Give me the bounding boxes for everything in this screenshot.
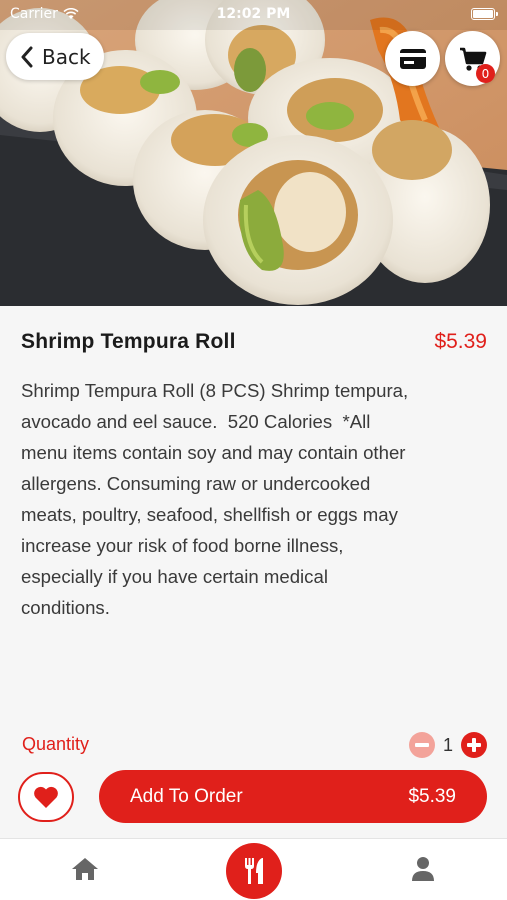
add-to-order-price: $5.39 <box>408 785 456 807</box>
increase-quantity-button[interactable] <box>461 732 487 758</box>
item-price: $5.39 <box>434 330 487 353</box>
heart-icon <box>34 786 58 808</box>
battery-icon <box>471 8 498 20</box>
status-bar: Carrier 12:02 PM <box>0 0 507 28</box>
home-icon <box>72 858 98 880</box>
fork-knife-icon <box>245 858 263 884</box>
tab-home[interactable] <box>66 853 104 885</box>
payment-card-button[interactable] <box>385 31 440 86</box>
item-header: Shrimp Tempura Roll $5.39 <box>21 330 487 354</box>
favorite-button[interactable] <box>18 772 74 822</box>
tab-menu[interactable] <box>226 843 282 899</box>
plus-icon <box>467 738 481 752</box>
cart-button[interactable]: 0 <box>445 31 500 86</box>
back-label: Back <box>42 44 91 69</box>
tab-bar <box>0 838 507 900</box>
decrease-quantity-button[interactable] <box>409 732 435 758</box>
quantity-label: Quantity <box>22 734 90 754</box>
credit-card-icon <box>399 48 426 69</box>
quantity-value: 1 <box>442 734 453 755</box>
add-to-order-label: Add To Order <box>130 785 243 807</box>
item-description: Shrimp Tempura Roll (8 PCS) Shrimp tempu… <box>21 380 409 618</box>
quantity-stepper: 1 <box>409 732 487 758</box>
add-to-order-button[interactable]: Add To Order $5.39 <box>99 770 487 823</box>
minus-icon <box>415 743 429 747</box>
status-time: 12:02 PM <box>216 6 291 22</box>
tab-profile[interactable] <box>404 853 442 885</box>
cart-count-badge: 0 <box>476 64 495 83</box>
back-button[interactable]: Back <box>6 33 104 80</box>
user-icon <box>412 857 434 881</box>
chevron-left-icon <box>21 46 33 67</box>
item-name: Shrimp Tempura Roll <box>21 330 236 353</box>
